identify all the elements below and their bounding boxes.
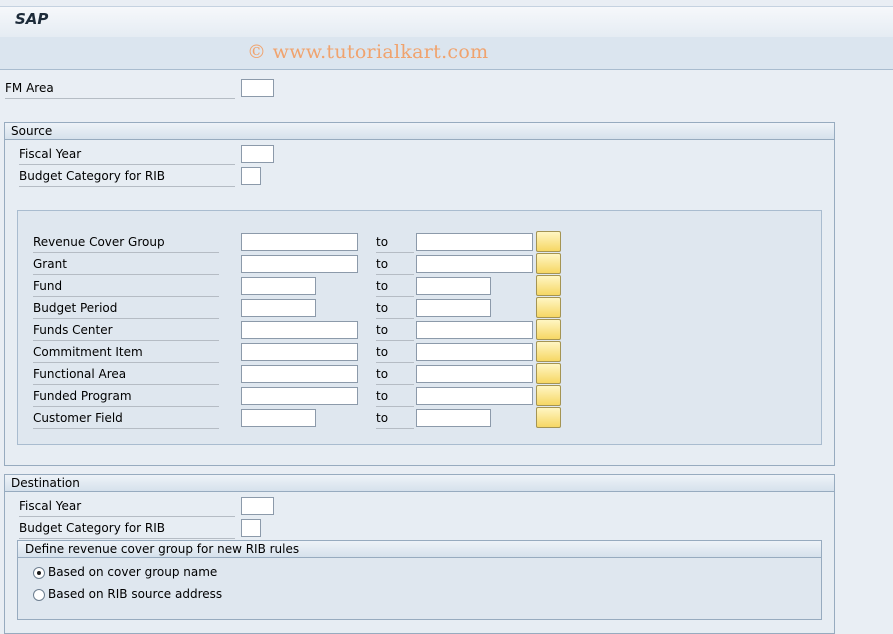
commitment-item-from-input[interactable] (241, 343, 358, 361)
radio-cover-group-name-label: Based on cover group name (48, 565, 218, 579)
functional-area-from-input[interactable] (241, 365, 358, 383)
budget-period-to-input[interactable] (416, 299, 491, 317)
range-to-label: to (376, 366, 414, 385)
fund-from-input[interactable] (241, 277, 316, 295)
range-to-label: to (376, 322, 414, 341)
range-to-label: to (376, 388, 414, 407)
destination-fiscal-year-label: Fiscal Year (19, 498, 235, 517)
multiple-selection-icon[interactable] (536, 231, 561, 252)
multiple-selection-icon[interactable] (536, 297, 561, 318)
define-group-header: Define revenue cover group for new RIB r… (18, 541, 821, 558)
range-label-functional-area: Functional Area (33, 366, 219, 385)
grant-from-input[interactable] (241, 255, 358, 273)
range-to-label: to (376, 278, 414, 297)
range-to-label: to (376, 234, 414, 253)
funded-program-to-input[interactable] (416, 387, 533, 405)
destination-fiscal-year-input[interactable] (241, 497, 274, 515)
destination-budget-category-label: Budget Category for RIB (19, 520, 235, 539)
funded-program-from-input[interactable] (241, 387, 358, 405)
customer-field-to-input[interactable] (416, 409, 491, 427)
source-fiscal-year-input[interactable] (241, 145, 274, 163)
multiple-selection-icon[interactable] (536, 275, 561, 296)
radio-cover-group-name[interactable] (33, 567, 45, 579)
destination-budget-category-input[interactable] (241, 519, 261, 537)
source-group-header: Source (5, 123, 834, 140)
funds-center-from-input[interactable] (241, 321, 358, 339)
functional-area-to-input[interactable] (416, 365, 533, 383)
radio-rib-source-address[interactable] (33, 589, 45, 601)
range-label-revenue-cover-group: Revenue Cover Group (33, 234, 219, 253)
range-label-grant: Grant (33, 256, 219, 275)
range-label-commitment-item: Commitment Item (33, 344, 219, 363)
source-fiscal-year-label: Fiscal Year (19, 146, 235, 165)
range-to-label: to (376, 344, 414, 363)
range-label-customer-field: Customer Field (33, 410, 219, 429)
fm-area-label: FM Area (5, 80, 235, 99)
multiple-selection-icon[interactable] (536, 341, 561, 362)
grant-to-input[interactable] (416, 255, 533, 273)
multiple-selection-icon[interactable] (536, 363, 561, 384)
range-label-fund: Fund (33, 278, 219, 297)
funds-center-to-input[interactable] (416, 321, 533, 339)
destination-group-header: Destination (5, 475, 834, 492)
multiple-selection-icon[interactable] (536, 385, 561, 406)
application-toolbar: © www.tutorialkart.com (0, 37, 893, 70)
multiple-selection-icon[interactable] (536, 407, 561, 428)
range-label-budget-period: Budget Period (33, 300, 219, 319)
app-title: SAP (15, 10, 49, 28)
title-bar: SAP (0, 6, 893, 38)
watermark: © www.tutorialkart.com (247, 41, 489, 63)
commitment-item-to-input[interactable] (416, 343, 533, 361)
fund-to-input[interactable] (416, 277, 491, 295)
range-label-funds-center: Funds Center (33, 322, 219, 341)
revenue-cover-group-from-input[interactable] (241, 233, 358, 251)
revenue-cover-group-to-input[interactable] (416, 233, 533, 251)
multiple-selection-icon[interactable] (536, 319, 561, 340)
range-to-label: to (376, 410, 414, 429)
source-budget-category-input[interactable] (241, 167, 261, 185)
source-budget-category-label: Budget Category for RIB (19, 168, 235, 187)
radio-rib-source-address-label: Based on RIB source address (48, 587, 223, 601)
range-to-label: to (376, 300, 414, 319)
range-to-label: to (376, 256, 414, 275)
range-label-funded-program: Funded Program (33, 388, 219, 407)
budget-period-from-input[interactable] (241, 299, 316, 317)
fm-area-input[interactable] (241, 79, 274, 97)
customer-field-from-input[interactable] (241, 409, 316, 427)
multiple-selection-icon[interactable] (536, 253, 561, 274)
